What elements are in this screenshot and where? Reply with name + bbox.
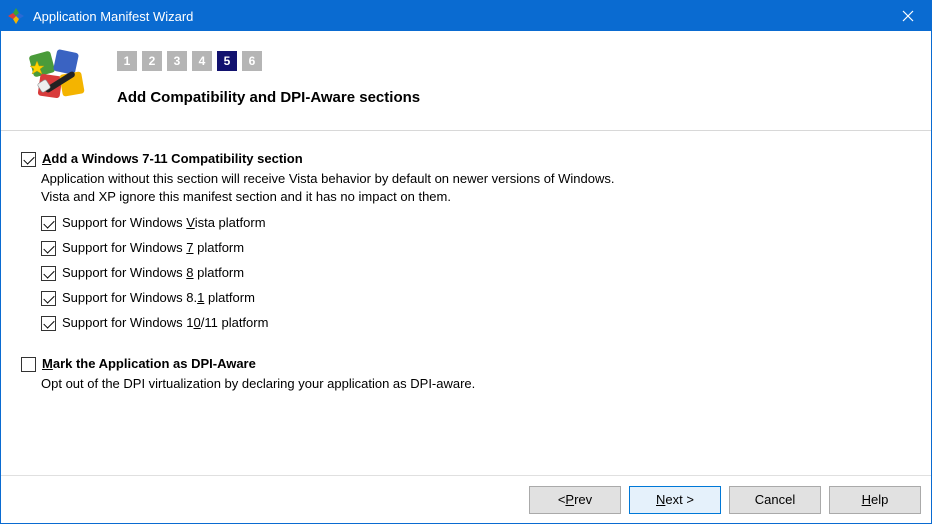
- window-title: Application Manifest Wizard: [33, 9, 885, 24]
- compat-description: Application without this section will re…: [41, 170, 911, 205]
- compat-platform-label[interactable]: Support for Windows 10/11 platform: [62, 315, 268, 330]
- compat-section-row: Add a Windows 7-11 Compatibility section: [21, 151, 911, 166]
- compat-platform-checkbox[interactable]: [41, 241, 56, 256]
- help-button[interactable]: Help: [829, 486, 921, 514]
- dpi-section-row: Mark the Application as DPI-Aware: [21, 356, 911, 371]
- dpi-label[interactable]: Mark the Application as DPI-Aware: [42, 356, 256, 371]
- compat-platform-row: Support for Windows 10/11 platform: [41, 315, 911, 330]
- compat-platform-label[interactable]: Support for Windows 7 platform: [62, 240, 244, 255]
- close-button[interactable]: [885, 1, 931, 31]
- wizard-step-2: 2: [142, 51, 162, 71]
- compat-platform-row: Support for Windows Vista platform: [41, 215, 911, 230]
- compat-platform-checkbox[interactable]: [41, 216, 56, 231]
- content-area: Add a Windows 7-11 Compatibility section…: [1, 131, 931, 475]
- compat-platform-row: Support for Windows 8 platform: [41, 265, 911, 280]
- dpi-description: Opt out of the DPI virtualization by dec…: [41, 375, 911, 393]
- compat-checkbox[interactable]: [21, 152, 36, 167]
- dpi-checkbox[interactable]: [21, 357, 36, 372]
- prev-button[interactable]: < Prev: [529, 486, 621, 514]
- wizard-step-5: 5: [217, 51, 237, 71]
- wizard-header: 123456 Add Compatibility and DPI-Aware s…: [1, 31, 931, 131]
- next-button[interactable]: Next >: [629, 486, 721, 514]
- wizard-step-6: 6: [242, 51, 262, 71]
- wizard-step-1: 1: [117, 51, 137, 71]
- page-title: Add Compatibility and DPI-Aware sections: [117, 89, 913, 106]
- app-icon: [7, 7, 25, 25]
- wizard-step-4: 4: [192, 51, 212, 71]
- compat-platform-label[interactable]: Support for Windows Vista platform: [62, 215, 266, 230]
- wizard-icon: [29, 49, 89, 105]
- compat-platform-checkbox[interactable]: [41, 291, 56, 306]
- compat-platform-checkbox[interactable]: [41, 266, 56, 281]
- titlebar: Application Manifest Wizard: [1, 1, 931, 31]
- compat-platform-row: Support for Windows 8.1 platform: [41, 290, 911, 305]
- compat-platform-checkbox[interactable]: [41, 316, 56, 331]
- wizard-step-3: 3: [167, 51, 187, 71]
- compat-platform-label[interactable]: Support for Windows 8 platform: [62, 265, 244, 280]
- compat-platform-row: Support for Windows 7 platform: [41, 240, 911, 255]
- wizard-steps: 123456: [117, 51, 913, 71]
- compat-label[interactable]: Add a Windows 7-11 Compatibility section: [42, 151, 303, 166]
- cancel-button[interactable]: Cancel: [729, 486, 821, 514]
- compat-platform-list: Support for Windows Vista platform Suppor…: [41, 215, 911, 330]
- footer: < Prev Next > Cancel Help: [1, 475, 931, 523]
- compat-platform-label[interactable]: Support for Windows 8.1 platform: [62, 290, 255, 305]
